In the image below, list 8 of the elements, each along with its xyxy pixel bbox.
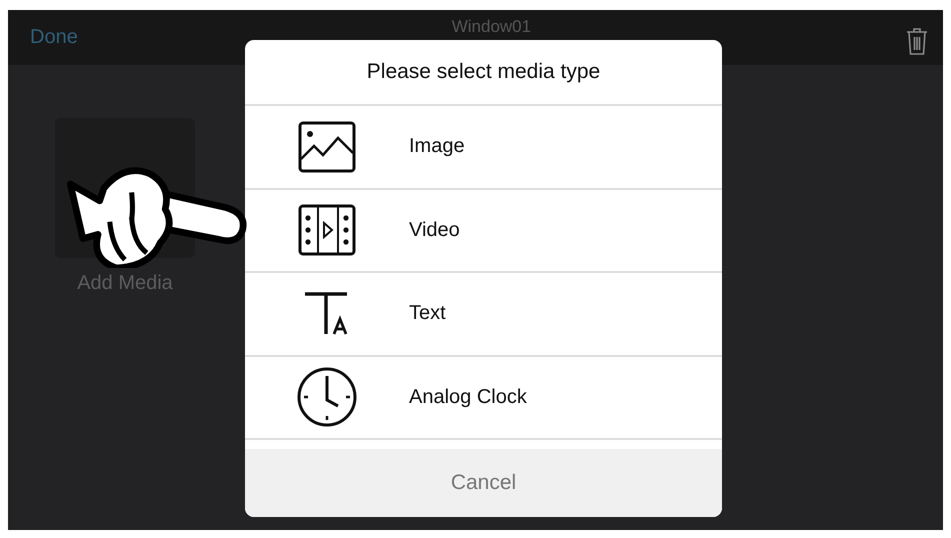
film-icon: [298, 204, 356, 256]
image-icon: [298, 120, 356, 173]
window-title: Window01: [452, 17, 532, 37]
add-media-label: Add Media: [77, 272, 173, 295]
text-size-icon: [304, 292, 350, 336]
clock-icon: [296, 366, 358, 428]
trash-icon[interactable]: [905, 26, 929, 56]
cancel-button[interactable]: Cancel: [245, 449, 722, 517]
